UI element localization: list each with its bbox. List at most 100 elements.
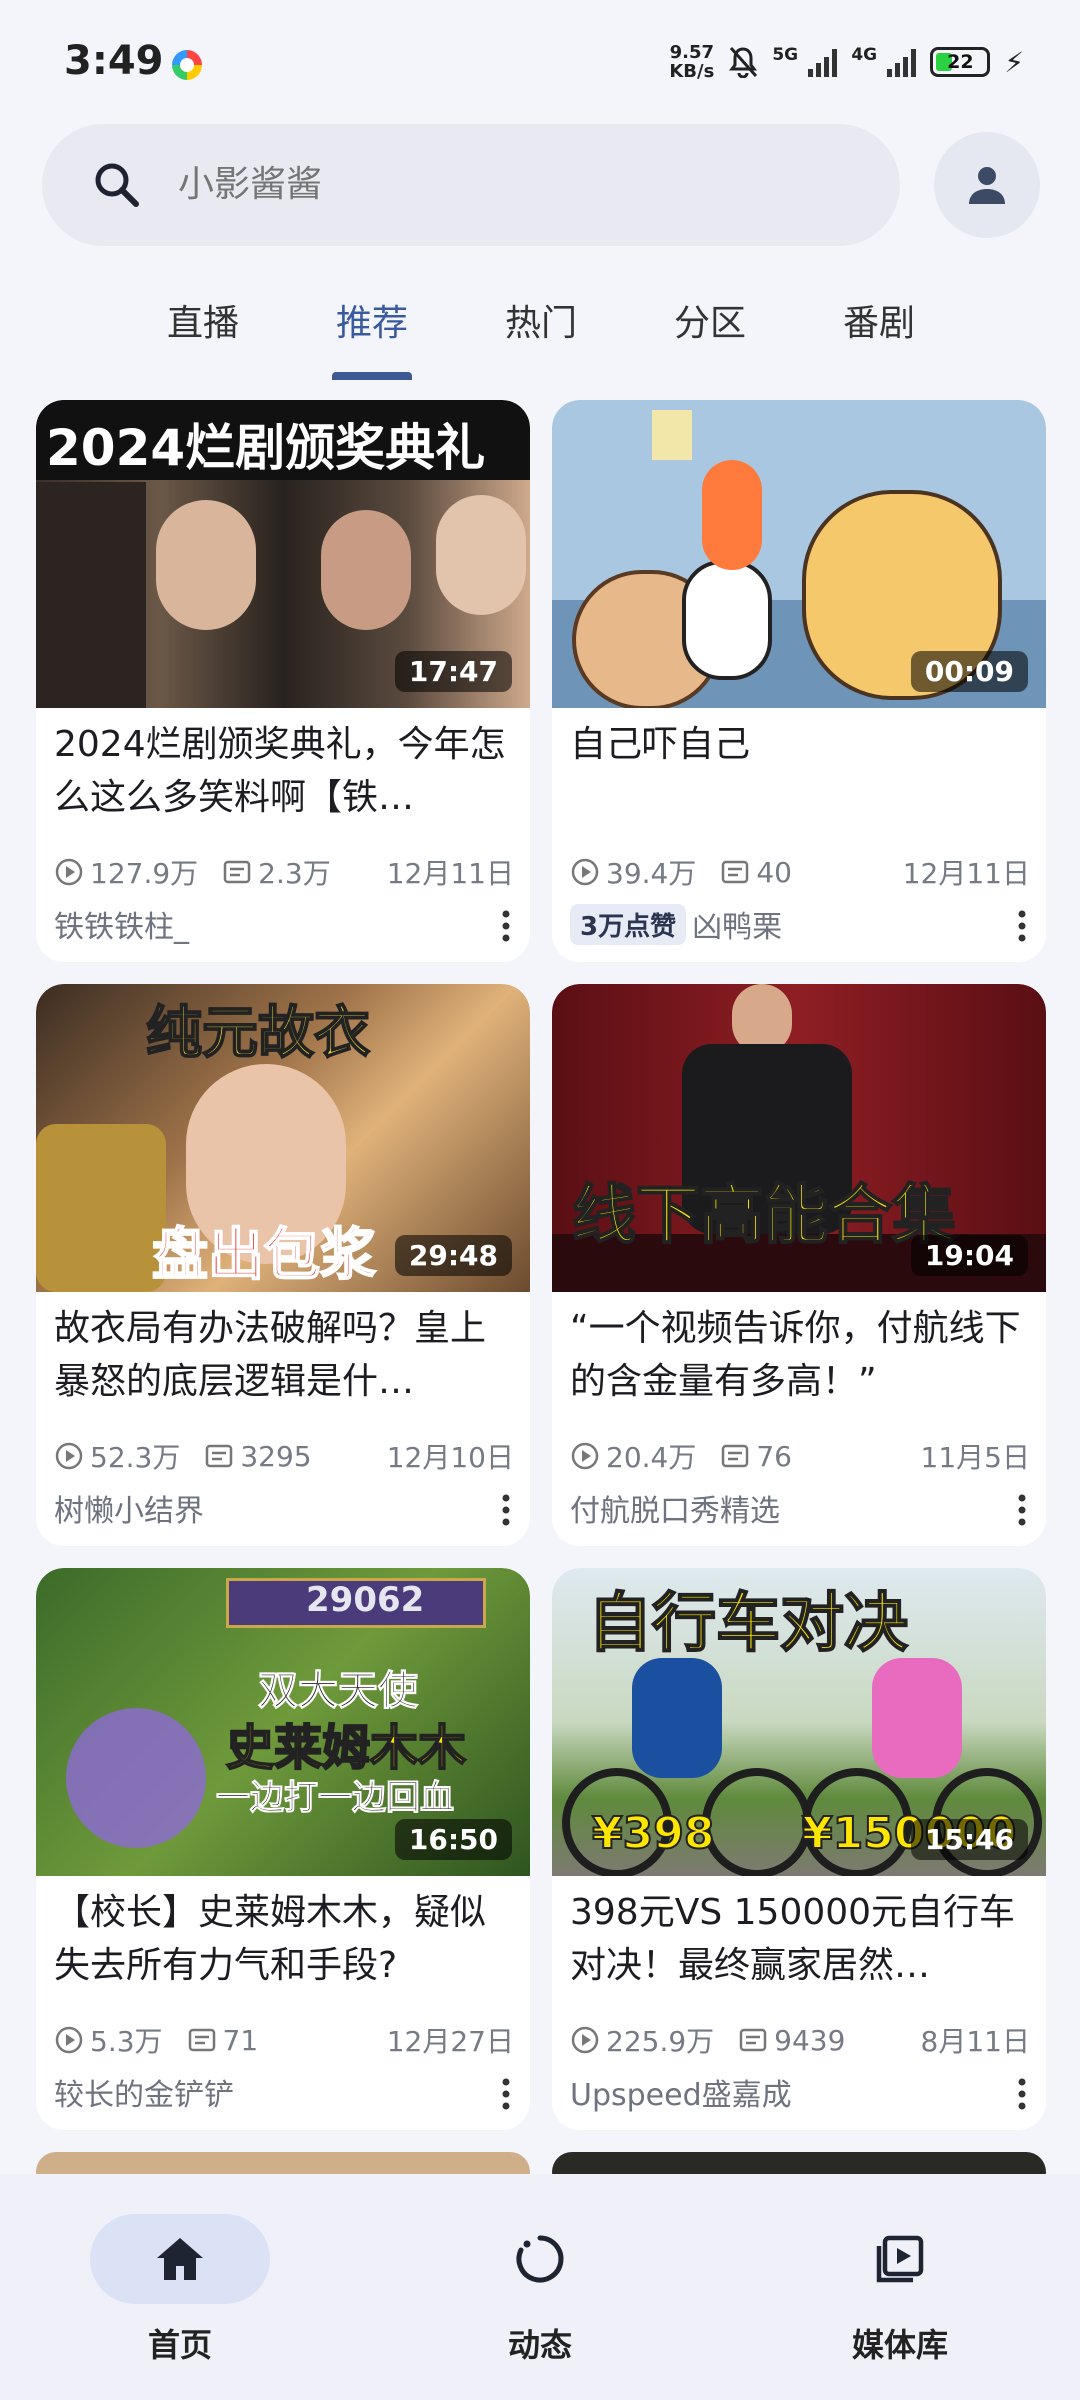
more-options-icon[interactable] (488, 2074, 524, 2114)
thumbnail-price-1: ¥398 (591, 1807, 715, 1860)
nav-home[interactable]: 首页 (90, 2214, 270, 2366)
network-speed-unit: KB/s (669, 61, 715, 82)
more-options-icon[interactable] (488, 906, 524, 946)
video-stats: 52.3万 3295 12月10日 (54, 1438, 514, 1474)
thumbnail-caption: 线下高能合集 (571, 1178, 957, 1254)
video-thumbnail[interactable]: 自行车对决 ¥398 ¥150000 15:46 (552, 1568, 1046, 1876)
danmaku-icon (739, 2028, 767, 2052)
tab-hot[interactable]: 热门 (505, 294, 577, 346)
danmaku-icon (722, 860, 749, 884)
danmaku-count: 71 (222, 2023, 259, 2057)
tab-categories[interactable]: 分区 (674, 294, 746, 346)
video-duration: 00:09 (910, 651, 1028, 692)
likes-badge: 3万点赞 (570, 903, 687, 945)
danmaku-count: 76 (756, 1439, 792, 1473)
video-duration: 16:50 (394, 1819, 512, 1860)
search-bar[interactable] (42, 124, 900, 246)
video-stats: 5.3万 71 12月27日 (54, 2022, 514, 2058)
nav-label: 媒体库 (851, 2326, 948, 2364)
more-options-icon[interactable] (1004, 2074, 1040, 2114)
video-stats: 39.4万 40 12月11日 (570, 854, 1030, 890)
author-name[interactable]: 树懒小结界 (54, 1486, 204, 1530)
video-duration: 29:48 (394, 1235, 512, 1276)
danmaku-icon (722, 1444, 749, 1468)
more-options-icon[interactable] (488, 1490, 524, 1530)
author-row: 铁铁铁柱_ (54, 902, 524, 946)
battery-level: 22 (947, 51, 974, 73)
mute-bell-icon (729, 47, 758, 78)
play-count-icon (55, 1442, 83, 1470)
view-count: 225.9万 (606, 2025, 715, 2058)
author-row: 3万点赞 凶鸭栗 (570, 902, 1040, 946)
network-speed: 9.57 KB/s (669, 43, 714, 81)
play-count-icon (571, 1442, 599, 1470)
status-bar: 3:49 9.57 KB/s 5G 4G 22 ⚡ (0, 0, 1080, 110)
video-thumbnail[interactable]: 2024烂剧颁奖典礼 17:47 (36, 400, 530, 708)
thumbnail-caption-2: 史莱姆木木 (225, 1719, 467, 1777)
account-button[interactable] (934, 132, 1040, 238)
author-row: 树懒小结界 (54, 1486, 524, 1530)
author-row: Upspeed盛嘉成 (570, 2070, 1040, 2114)
author-name[interactable]: 凶鸭栗 (692, 902, 782, 946)
danmaku-icon (223, 860, 251, 884)
play-count-icon (571, 2026, 599, 2054)
author-row: 付航脱口秀精选 (570, 1486, 1040, 1530)
status-indicators: 9.57 KB/s 5G 4G 22 ⚡ (669, 40, 1024, 84)
video-thumbnail[interactable]: 00:09 (552, 400, 1046, 708)
nav-activity[interactable]: 动态 (450, 2214, 630, 2366)
video-card[interactable]: 00:09 自己吓自己 39.4万 40 12月11日 3万点赞 凶鸭栗 (552, 400, 1046, 962)
nav-label: 动态 (507, 2326, 572, 2364)
video-title: 398元VS 150000元自行车对决！最终赢家居然… (570, 1892, 1016, 1986)
video-card[interactable]: 线下高能合集 19:04 “一个视频告诉你，付航线下的含金量有多高！” 20.4… (552, 984, 1046, 1546)
signal-4g-label: 4G (851, 45, 878, 65)
publish-date: 12月10日 (386, 1441, 514, 1474)
more-options-icon[interactable] (1004, 1490, 1040, 1530)
video-card[interactable]: 29062 双大天使 史莱姆木木 一边打一边回血 16:50 【校长】史莱姆木木… (36, 1568, 530, 2130)
publish-date: 11月5日 (920, 1441, 1030, 1474)
author-name[interactable]: 付航脱口秀精选 (570, 1486, 780, 1530)
video-card[interactable]: 纯元故衣 盘出包浆 29:48 故衣局有办法破解吗？皇上暴怒的底层逻辑是什… 5… (36, 984, 530, 1546)
video-duration: 17:47 (394, 651, 512, 692)
nav-activity-pill[interactable] (450, 2214, 630, 2304)
video-thumbnail[interactable]: 线下高能合集 19:04 (552, 984, 1046, 1292)
app-notification-icon (172, 50, 202, 80)
video-thumbnail[interactable]: 纯元故衣 盘出包浆 29:48 (36, 984, 530, 1292)
video-card[interactable]: 自行车对决 ¥398 ¥150000 15:46 398元VS 150000元自… (552, 1568, 1046, 2130)
video-thumbnail[interactable]: 29062 双大天使 史莱姆木木 一边打一边回血 16:50 (36, 1568, 530, 1876)
view-count: 52.3万 (90, 1441, 181, 1474)
thumbnail-caption: 自行车对决 (587, 1586, 909, 1662)
play-count-icon (55, 858, 83, 886)
view-count: 39.4万 (606, 857, 697, 890)
nav-home-pill[interactable] (90, 2214, 270, 2304)
publish-date: 8月11日 (920, 2025, 1030, 2058)
author-name[interactable]: Upspeed盛嘉成 (570, 2070, 792, 2114)
tab-recommended[interactable]: 推荐 (336, 294, 408, 346)
author-name[interactable]: 铁铁铁柱_ (54, 902, 189, 946)
bottom-navigation: 首页 动态 媒体库 (0, 2174, 1080, 2400)
search-icon (95, 163, 139, 207)
thumbnail-caption-2: 盘出包浆 (151, 1222, 377, 1289)
video-title: 【校长】史莱姆木木，疑似失去所有力气和手段? (54, 1892, 487, 1986)
thumbnail-caption: 纯元故衣 (145, 1000, 371, 1067)
danmaku-icon (206, 1444, 233, 1468)
signal-5g-icon: 5G (772, 45, 838, 77)
tab-live[interactable]: 直播 (167, 294, 239, 346)
view-count: 127.9万 (90, 857, 199, 890)
tab-anime[interactable]: 番剧 (843, 294, 915, 346)
more-options-icon[interactable] (1004, 906, 1040, 946)
search-input[interactable] (178, 124, 778, 246)
author-name[interactable]: 较长的金铲铲 (54, 2070, 234, 2114)
danmaku-count: 9439 (774, 2023, 846, 2057)
category-tabs: 直播 推荐 热门 分区 番剧 (0, 280, 1080, 380)
video-card[interactable]: 2024烂剧颁奖典礼 17:47 2024烂剧颁奖典礼，今年怎么这么多笑料啊【铁… (36, 400, 530, 962)
play-count-icon (571, 858, 599, 886)
play-count-icon (55, 2026, 83, 2054)
thumbnail-score: 29062 (306, 1580, 425, 1620)
video-title: “一个视频告诉你，付航线下的含金量有多高！” (570, 1308, 1021, 1402)
home-icon (157, 2238, 203, 2280)
video-title: 故衣局有办法破解吗？皇上暴怒的底层逻辑是什… (54, 1308, 487, 1402)
video-duration: 15:46 (910, 1819, 1028, 1860)
nav-library-pill[interactable] (810, 2214, 990, 2304)
nav-library[interactable]: 媒体库 (810, 2214, 990, 2366)
thumbnail-caption: 2024烂剧颁奖典礼 (46, 419, 486, 477)
